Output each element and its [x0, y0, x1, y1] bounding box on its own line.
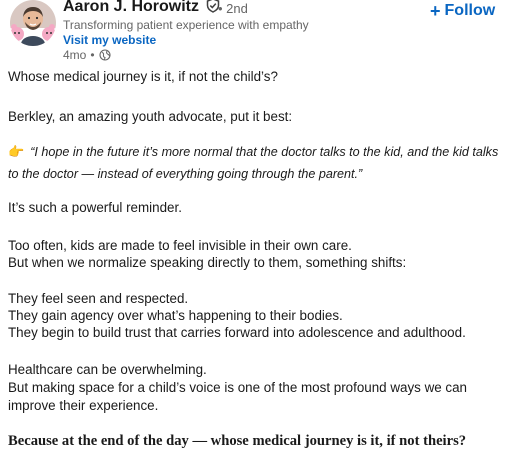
globe-icon	[98, 49, 111, 61]
follow-button[interactable]: + Follow	[430, 2, 495, 20]
post-paragraph-6-line-1: Healthcare can be overwhelming.	[8, 362, 207, 377]
post-quote: 👉 “I hope in the future it’s more normal …	[8, 141, 508, 185]
feed-post: Aaron J. Horowitz • 2nd Transforming pat…	[0, 0, 512, 466]
post-paragraph-5-line-1: They feel seen and respected.	[8, 291, 189, 306]
visit-website-link[interactable]: Visit my website	[63, 33, 156, 47]
post-paragraph-5-line-3: They begin to build trust that carries f…	[8, 325, 466, 340]
post-closing-line: Because at the end of the day — whose me…	[8, 433, 467, 449]
meta-separator: •	[90, 48, 95, 62]
post-paragraph-2: Berkley, an amazing youth advocate, put …	[8, 109, 293, 124]
post-paragraph-4-line-1: Too often, kids are made to feel invisib…	[8, 238, 352, 253]
post-meta: 4mo •	[63, 48, 111, 62]
plus-icon: +	[430, 1, 441, 21]
post-paragraph-6-line-3: improve their experience.	[8, 398, 159, 413]
post-paragraph-6-line-2: But making space for a child’s voice is …	[8, 380, 467, 395]
post-header: Aaron J. Horowitz • 2nd Transforming pat…	[0, 0, 512, 62]
post-paragraph-3: It’s such a powerful reminder.	[8, 200, 182, 215]
post-paragraph-4-line-2: But when we normalize speaking directly …	[8, 255, 407, 270]
pointing-hand-icon: 👉	[8, 144, 25, 159]
avatar[interactable]	[10, 0, 56, 46]
follow-label: Follow	[444, 2, 496, 19]
author-headline: Transforming patient experience with emp…	[63, 18, 309, 32]
connection-degree: • 2nd	[218, 1, 248, 16]
post-paragraph-1: Whose medical journey is it, if not the …	[8, 69, 278, 84]
author-name[interactable]: Aaron J. Horowitz	[63, 0, 199, 15]
post-paragraph-5-line-2: They gain agency over what’s happening t…	[8, 308, 343, 323]
avatar-photo	[10, 0, 56, 46]
post-age: 4mo	[63, 48, 87, 62]
quote-text: “I hope in the future it’s more normal t…	[8, 145, 499, 181]
author-name-row[interactable]: Aaron J. Horowitz	[63, 0, 220, 18]
